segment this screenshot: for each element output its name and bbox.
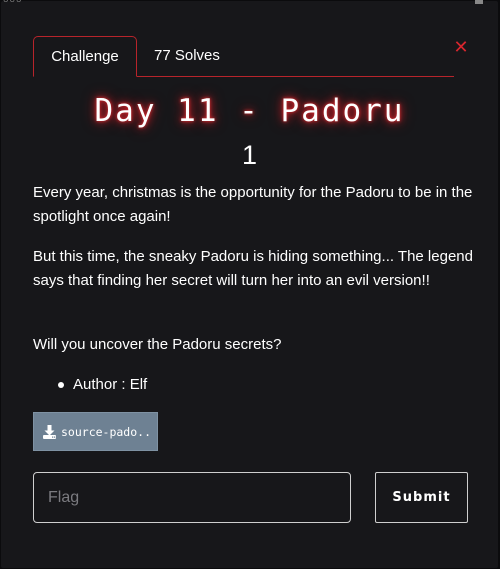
bullet-icon (58, 382, 64, 388)
challenge-modal: ooo Challenge 77 Solves ✕ Day 11 - Pador… (1, 0, 498, 568)
description-paragraph: Every year, christmas is the opportunity… (33, 184, 473, 225)
submit-button[interactable]: Submit (375, 472, 468, 523)
description-paragraph: But this time, the sneaky Padoru is hidi… (33, 248, 473, 289)
modal-tabs: Challenge 77 Solves (33, 36, 454, 77)
top-bar-handle (475, 0, 483, 4)
tab-challenge[interactable]: Challenge (33, 36, 137, 77)
challenge-points: 1 (241, 140, 258, 170)
tab-solves[interactable]: 77 Solves (154, 36, 220, 76)
page: ooo Challenge 77 Solves ✕ Day 11 - Pador… (0, 0, 500, 569)
flag-input[interactable] (33, 472, 351, 523)
description-paragraph: Will you uncover the Padoru secrets? (33, 336, 282, 353)
challenge-title: Day 11 - Padoru (94, 93, 405, 129)
download-icon (43, 425, 56, 439)
file-name: source-pado... (61, 425, 151, 439)
author-item: Author : Elf (73, 376, 148, 393)
close-icon[interactable]: ✕ (453, 39, 469, 57)
top-bar-glyph: ooo (3, 0, 23, 5)
download-file-button[interactable]: source-pado... (33, 412, 158, 451)
